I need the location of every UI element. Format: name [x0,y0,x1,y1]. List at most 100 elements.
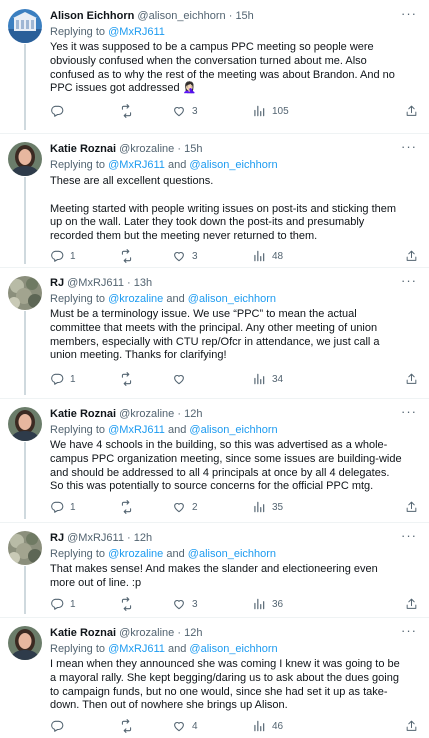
handle[interactable]: @MxRJ611 [67,532,124,544]
timestamp[interactable]: 12h [134,532,152,544]
tweet-text: Yes it was supposed to be a campus PPC m… [50,41,405,96]
tweet[interactable]: Katie Roznai @krozaline · 15h ··· Replyi… [0,133,429,267]
avatar[interactable] [8,626,42,660]
more-options-icon[interactable]: ··· [401,140,417,154]
views-count: 36 [272,598,284,610]
retweet-button[interactable] [119,249,134,263]
mention-link[interactable]: @alison_eichhorn [188,293,276,305]
reply-button[interactable]: 1 [50,249,76,263]
views-button[interactable]: 46 [252,719,283,733]
share-button[interactable] [405,104,418,118]
timestamp[interactable]: 12h [184,627,202,639]
mention-link[interactable]: @MxRJ611 [108,643,165,655]
avatar[interactable] [8,531,42,565]
replying-to-label: Replying to [50,643,106,655]
retweet-icon [119,104,134,118]
replying-to-joiner: and [166,548,185,560]
reply-button[interactable]: 1 [50,500,76,514]
tweet[interactable]: Alison Eichhorn @alison_eichhorn · 15h ·… [0,0,429,133]
retweet-button[interactable] [119,500,134,514]
reply-button[interactable]: 1 [50,372,76,386]
tweet[interactable]: RJ @MxRJ611 · 13h ··· Replying to @kroza… [0,267,429,398]
like-button[interactable] [172,372,186,386]
more-options-icon[interactable]: ··· [401,405,417,419]
views-button[interactable]: 36 [252,597,283,611]
retweet-icon [119,249,134,263]
share-button[interactable] [405,597,418,611]
like-button[interactable]: 2 [172,500,198,514]
retweet-icon [119,500,134,514]
like-button[interactable]: 3 [172,597,198,611]
more-options-icon[interactable]: ··· [401,624,417,638]
avatar[interactable] [8,276,42,310]
more-options-icon[interactable]: ··· [401,274,417,288]
retweet-button[interactable] [119,597,134,611]
retweet-button[interactable] [119,719,134,733]
handle[interactable]: @krozaline [119,408,174,420]
share-button[interactable] [405,500,418,514]
bar-chart-icon [252,500,266,514]
display-name[interactable]: Katie Roznai [50,627,116,639]
tweet[interactable]: Katie Roznai @krozaline · 12h ··· Replyi… [0,398,429,522]
handle[interactable]: @MxRJ611 [67,277,124,289]
views-button[interactable]: 48 [252,249,283,263]
display-name[interactable]: Alison Eichhorn [50,10,134,22]
tweet-text: We have 4 schools in the building, so th… [50,439,405,494]
avatar[interactable] [8,9,42,43]
mention-link[interactable]: @MxRJ611 [108,159,165,171]
tweet[interactable]: RJ @MxRJ611 · 12h ··· Replying to @kroza… [0,522,429,617]
views-count: 35 [272,501,284,513]
dot-separator: · [228,10,233,22]
mention-link[interactable]: @MxRJ611 [108,26,165,38]
tweet[interactable]: Katie Roznai @krozaline · 12h ··· Replyi… [0,617,429,738]
mention-link[interactable]: @krozaline [108,548,163,560]
more-options-icon[interactable]: ··· [401,529,417,543]
tweet-text: Must be a terminology issue. We use “PPC… [50,308,405,363]
handle[interactable]: @alison_eichhorn [137,10,225,22]
replying-to: Replying to @MxRJ611 and @alison_eichhor… [50,423,278,437]
reply-count: 1 [70,373,76,385]
display-name[interactable]: Katie Roznai [50,143,116,155]
thread-line [24,442,26,519]
share-icon [405,372,418,386]
like-button[interactable]: 3 [172,249,198,263]
reply-button[interactable] [50,104,64,118]
replying-to: Replying to @krozaline and @alison_eichh… [50,292,276,306]
avatar[interactable] [8,407,42,441]
reply-button[interactable]: 1 [50,597,76,611]
mention-link[interactable]: @alison_eichhorn [189,643,277,655]
retweet-icon [119,719,134,733]
share-button[interactable] [405,249,418,263]
retweet-button[interactable] [119,104,134,118]
timestamp[interactable]: 13h [134,277,152,289]
timestamp[interactable]: 15h [184,143,202,155]
share-button[interactable] [405,719,418,733]
mention-link[interactable]: @MxRJ611 [108,424,165,436]
avatar[interactable] [8,142,42,176]
share-button[interactable] [405,372,418,386]
like-count: 4 [192,720,198,732]
handle[interactable]: @krozaline [119,627,174,639]
reply-button[interactable] [50,719,64,733]
mention-link[interactable]: @alison_eichhorn [189,159,277,171]
handle[interactable]: @krozaline [119,143,174,155]
like-button[interactable]: 3 [172,104,198,118]
like-button[interactable]: 4 [172,719,198,733]
views-button[interactable]: 105 [252,104,289,118]
timestamp[interactable]: 12h [184,408,202,420]
heart-icon [172,500,186,514]
more-options-icon[interactable]: ··· [401,7,417,21]
thread-line [24,566,26,614]
views-button[interactable]: 35 [252,500,283,514]
mention-link[interactable]: @krozaline [108,293,163,305]
display-name[interactable]: RJ [50,532,64,544]
mention-link[interactable]: @alison_eichhorn [188,548,276,560]
display-name[interactable]: RJ [50,277,64,289]
retweet-button[interactable] [119,372,134,386]
mention-link[interactable]: @alison_eichhorn [189,424,277,436]
bar-chart-icon [252,719,266,733]
views-button[interactable]: 34 [252,372,283,386]
dot-separator: · [177,408,182,420]
timestamp[interactable]: 15h [235,10,253,22]
display-name[interactable]: Katie Roznai [50,408,116,420]
